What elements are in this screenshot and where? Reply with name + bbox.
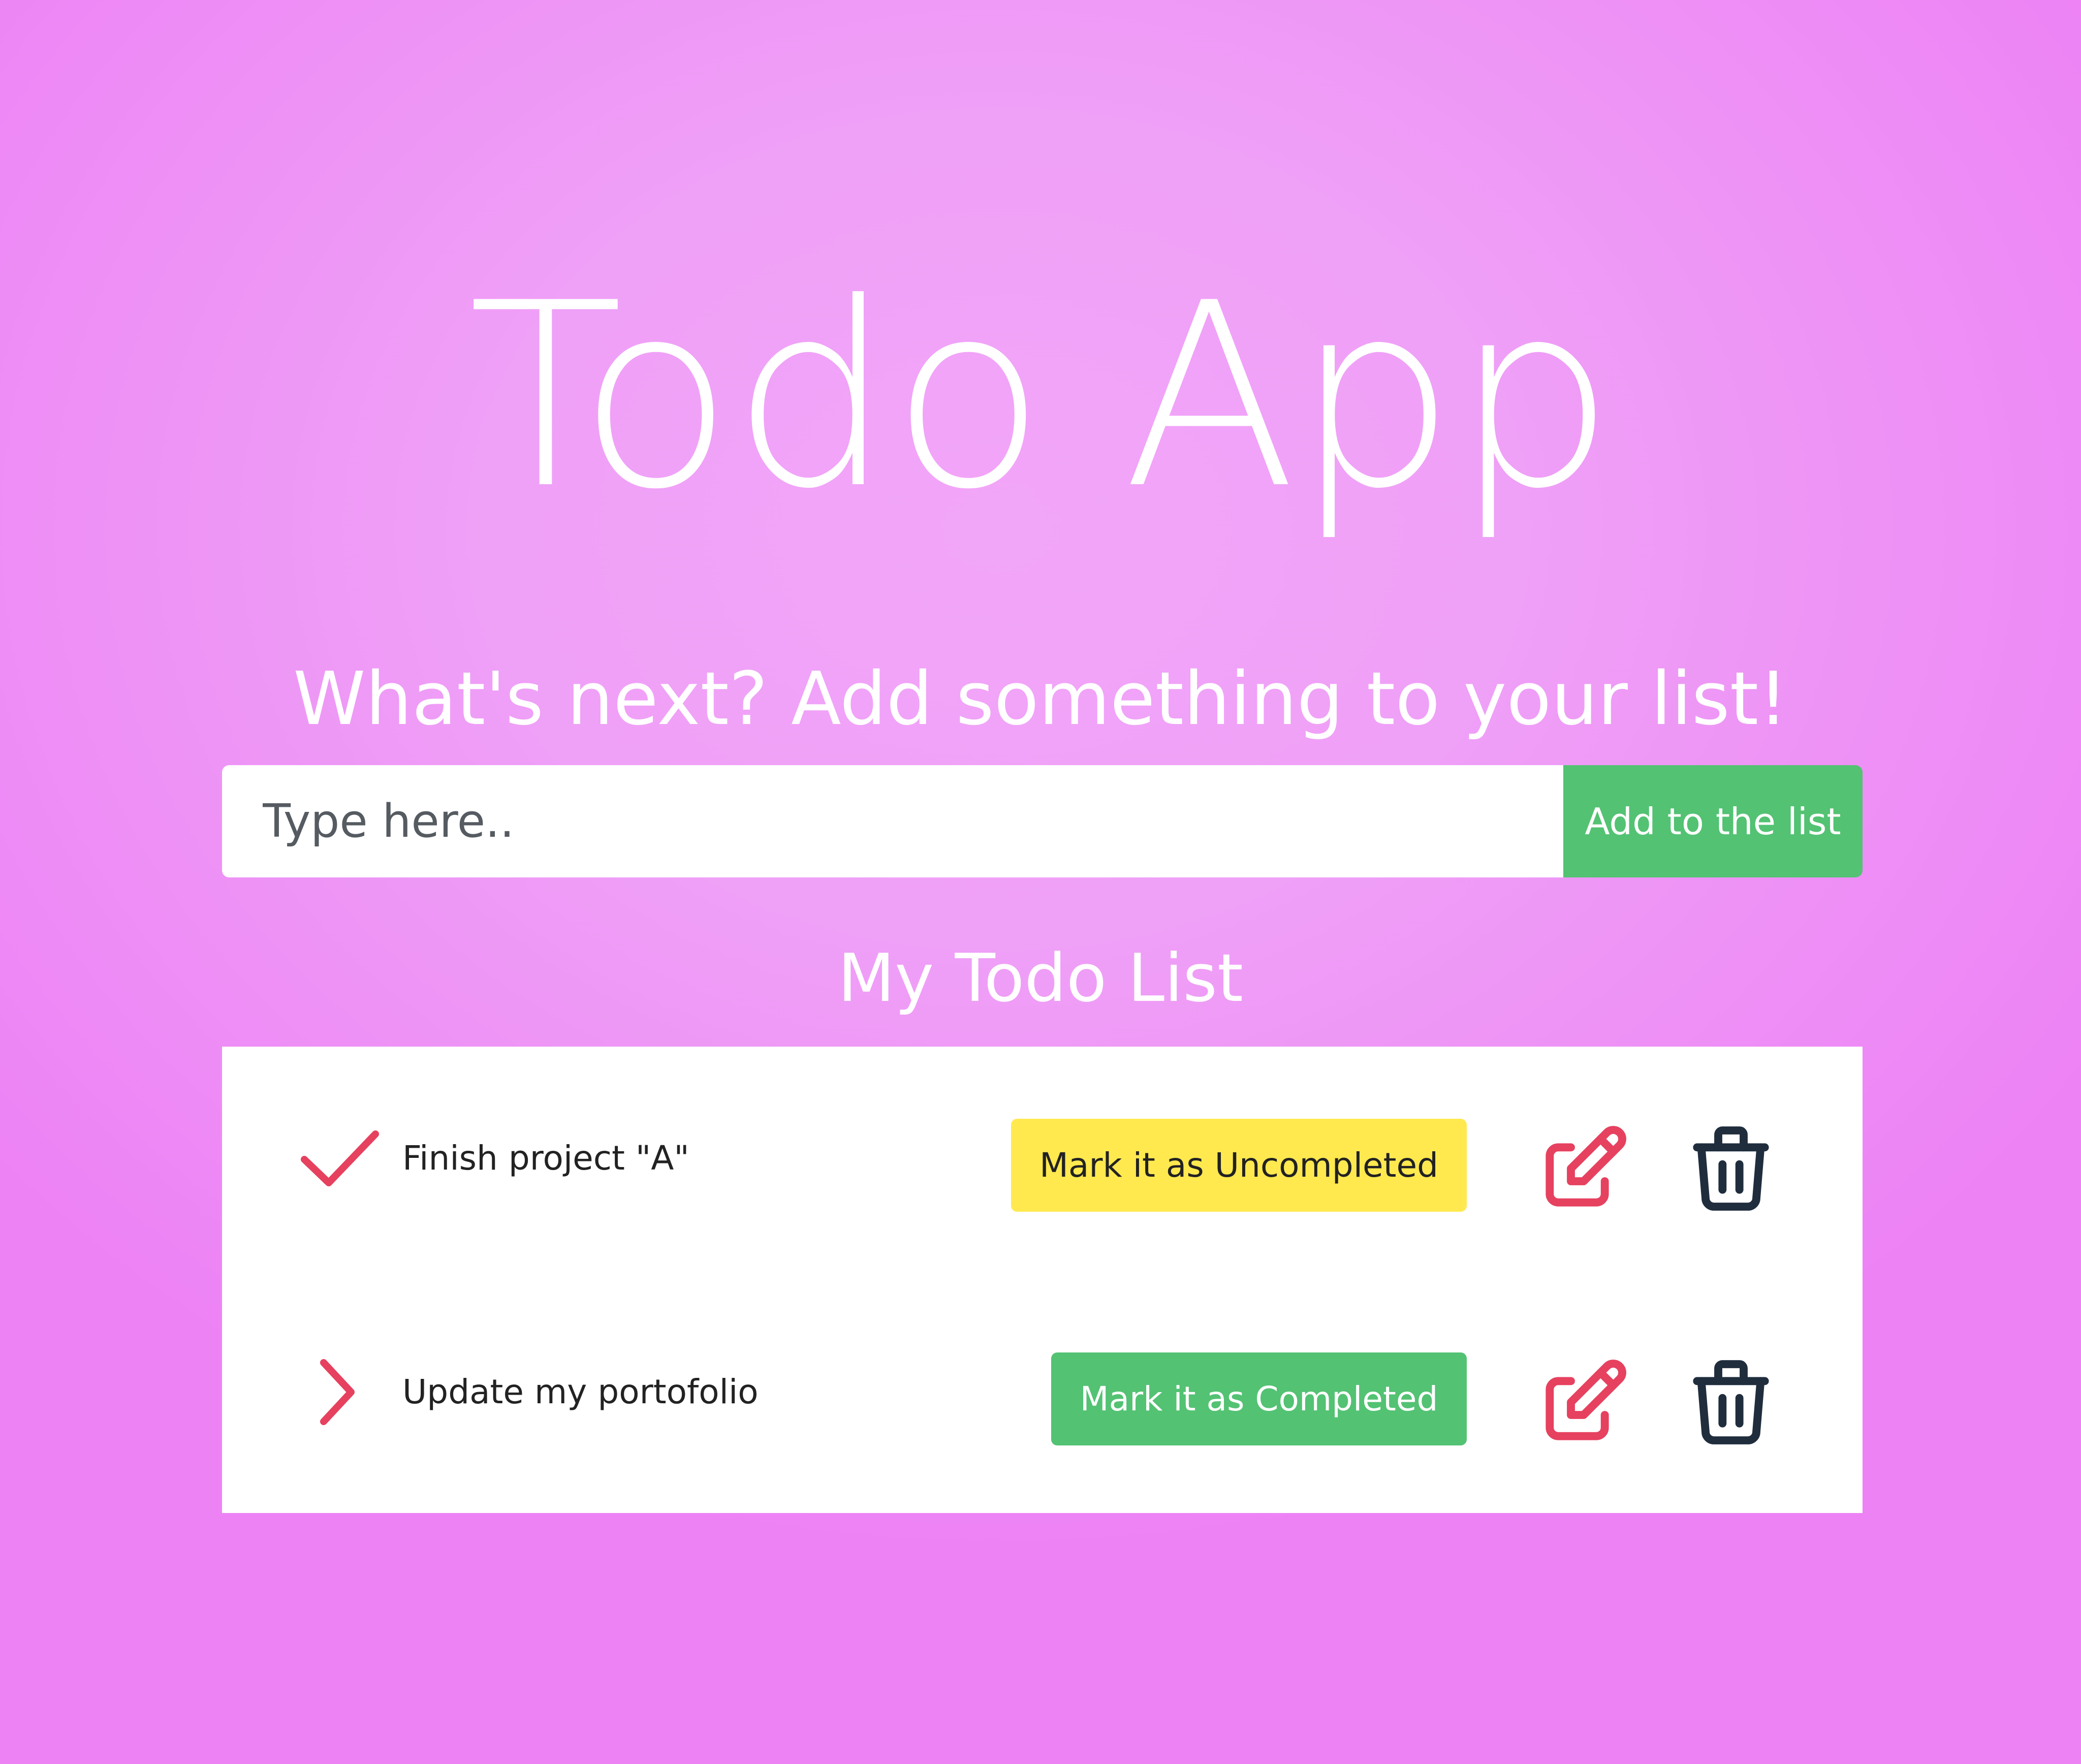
chevron-right-icon bbox=[298, 1331, 385, 1453]
mark-completed-button[interactable]: Mark it as Completed bbox=[1051, 1352, 1467, 1445]
todo-text: Finish project "A" bbox=[402, 1139, 689, 1178]
trash-icon[interactable] bbox=[1680, 1118, 1782, 1219]
trash-icon[interactable] bbox=[1680, 1351, 1782, 1453]
add-prompt: What's next? Add something to your list! bbox=[293, 656, 1788, 741]
todo-item: Update my portofolio Mark it as Complete… bbox=[222, 1331, 1863, 1453]
list-title: My Todo List bbox=[838, 939, 1243, 1017]
add-to-list-button[interactable]: Add to the list bbox=[1563, 765, 1863, 877]
check-icon bbox=[298, 1097, 385, 1219]
todo-item: Finish project "A" Mark it as Uncomplete… bbox=[222, 1097, 1863, 1219]
todo-list: Finish project "A" Mark it as Uncomplete… bbox=[222, 1047, 1863, 1513]
todo-input[interactable] bbox=[222, 765, 1563, 877]
mark-uncompleted-button[interactable]: Mark it as Uncompleted bbox=[1011, 1119, 1467, 1212]
edit-icon[interactable] bbox=[1533, 1118, 1634, 1219]
app-title: Todo App bbox=[468, 248, 1615, 544]
edit-icon[interactable] bbox=[1533, 1351, 1634, 1453]
todo-text: Update my portofolio bbox=[402, 1372, 759, 1411]
add-todo-form: Add to the list bbox=[222, 765, 1863, 877]
